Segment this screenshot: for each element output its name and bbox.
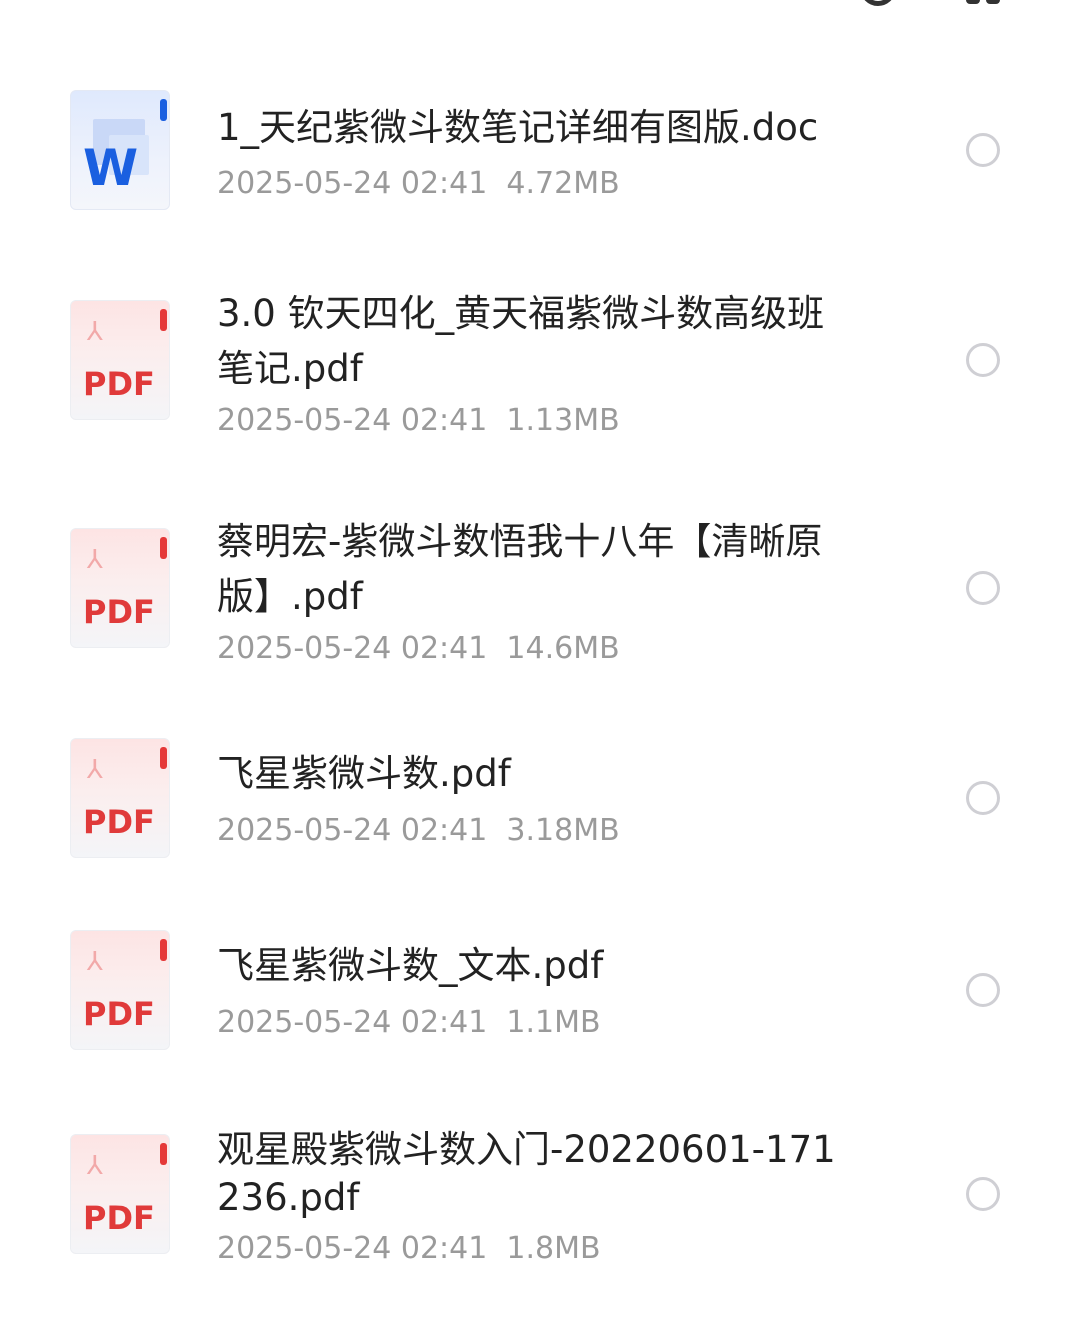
file-name: 蔡明宏-紫微斗数悟我十八年【清晰原版】.pdf xyxy=(217,520,823,618)
file-name: 观星殿紫微斗数入门-20220601-171236.pdf xyxy=(217,1128,836,1219)
pdf-file-icon: ⅄ PDF xyxy=(70,300,170,420)
grid-view-icon[interactable] xyxy=(966,0,1002,6)
file-size: 3.18MB xyxy=(506,813,620,848)
select-radio[interactable] xyxy=(966,133,1000,167)
acrobat-icon: ⅄ xyxy=(87,947,103,977)
file-meta: 2025-05-24 02:41 14.6MB xyxy=(217,631,620,666)
file-name: 1_天纪紫微斗数笔记详细有图版.doc xyxy=(217,106,819,149)
pdf-corner-mark xyxy=(160,939,167,961)
pdf-icon-label: PDF xyxy=(83,593,155,631)
file-size: 4.72MB xyxy=(506,166,620,201)
search-icon[interactable] xyxy=(860,0,896,6)
pdf-file-icon: ⅄ PDF xyxy=(70,528,170,648)
file-meta: 2025-05-24 02:41 3.18MB xyxy=(217,813,620,848)
pdf-file-icon: ⅄ PDF xyxy=(70,930,170,1050)
select-radio[interactable] xyxy=(966,343,1000,377)
file-size: 14.6MB xyxy=(506,631,620,666)
file-meta: 2025-05-24 02:41 1.1MB xyxy=(217,1005,601,1040)
file-date: 2025-05-24 02:41 xyxy=(217,166,488,201)
pdf-corner-mark xyxy=(160,1143,167,1165)
pdf-icon-label: PDF xyxy=(83,995,155,1033)
pdf-icon-label: PDF xyxy=(83,1199,155,1237)
pdf-corner-mark xyxy=(160,309,167,331)
acrobat-icon: ⅄ xyxy=(87,1151,103,1181)
top-bar xyxy=(0,0,1080,30)
file-date: 2025-05-24 02:41 xyxy=(217,403,488,438)
doc-icon-letter: W xyxy=(83,139,139,197)
pdf-icon-label: PDF xyxy=(83,365,155,403)
file-size: 1.1MB xyxy=(506,1005,601,1040)
file-meta: 2025-05-24 02:41 4.72MB xyxy=(217,166,620,201)
file-name: 飞星紫微斗数_文本.pdf xyxy=(217,944,604,987)
pdf-corner-mark xyxy=(160,537,167,559)
file-size: 1.13MB xyxy=(506,403,620,438)
doc-corner-mark xyxy=(160,99,167,121)
file-name: 3.0 钦天四化_黄天福紫微斗数高级班笔记.pdf xyxy=(217,292,825,390)
select-radio[interactable] xyxy=(966,973,1000,1007)
acrobat-icon: ⅄ xyxy=(87,545,103,575)
acrobat-icon: ⅄ xyxy=(87,755,103,785)
file-size: 1.8MB xyxy=(506,1231,601,1266)
select-radio[interactable] xyxy=(966,571,1000,605)
pdf-corner-mark xyxy=(160,747,167,769)
select-radio[interactable] xyxy=(966,1177,1000,1211)
select-radio[interactable] xyxy=(966,781,1000,815)
pdf-file-icon: ⅄ PDF xyxy=(70,1134,170,1254)
pdf-icon-label: PDF xyxy=(83,803,155,841)
file-date: 2025-05-24 02:41 xyxy=(217,813,488,848)
word-doc-icon: W xyxy=(70,90,170,210)
file-date: 2025-05-24 02:41 xyxy=(217,631,488,666)
file-meta: 2025-05-24 02:41 1.8MB xyxy=(217,1231,601,1266)
file-meta: 2025-05-24 02:41 1.13MB xyxy=(217,403,620,438)
file-name: 飞星紫微斗数.pdf xyxy=(217,752,511,795)
file-date: 2025-05-24 02:41 xyxy=(217,1231,488,1266)
acrobat-icon: ⅄ xyxy=(87,317,103,347)
file-date: 2025-05-24 02:41 xyxy=(217,1005,488,1040)
pdf-file-icon: ⅄ PDF xyxy=(70,738,170,858)
